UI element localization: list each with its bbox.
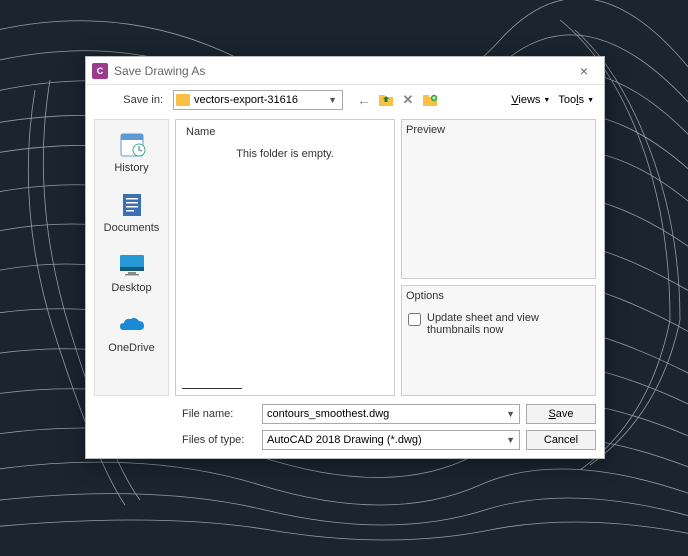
save-button[interactable]: Save bbox=[526, 404, 596, 424]
file-list[interactable]: Name This folder is empty. bbox=[175, 119, 395, 396]
sidebar-item-onedrive[interactable]: OneDrive bbox=[95, 308, 168, 358]
sidebar-item-label: Documents bbox=[104, 222, 160, 234]
file-area: Name This folder is empty. bbox=[175, 119, 395, 396]
filename-label: File name: bbox=[94, 408, 256, 420]
chevron-down-icon: ▼ bbox=[587, 97, 594, 104]
chevron-down-icon: ▼ bbox=[543, 97, 550, 104]
onedrive-icon bbox=[116, 312, 148, 338]
sidebar-item-history[interactable]: History bbox=[95, 128, 168, 178]
dialog-title: Save Drawing As bbox=[114, 64, 570, 78]
filetype-value: AutoCAD 2018 Drawing (*.dwg) bbox=[267, 434, 506, 446]
nav-toolbar: ← ✕ bbox=[355, 91, 439, 109]
save-drawing-as-dialog: C Save Drawing As × Save in: vectors-exp… bbox=[85, 56, 605, 459]
sidebar-item-label: Desktop bbox=[111, 282, 151, 294]
sidebar-item-desktop[interactable]: Desktop bbox=[95, 248, 168, 298]
save-in-row: Save in: vectors-export-31616 ▼ ← ✕ bbox=[86, 85, 604, 115]
update-thumbnails-label: Update sheet and view thumbnails now bbox=[427, 312, 589, 336]
sidebar-item-label: OneDrive bbox=[108, 342, 154, 354]
documents-icon bbox=[116, 192, 148, 218]
filename-row: File name: contours_smoothest.dwg ▼ Save bbox=[94, 404, 596, 424]
save-in-label: Save in: bbox=[94, 94, 169, 106]
options-panel: Options Update sheet and view thumbnails… bbox=[401, 285, 596, 396]
history-icon bbox=[116, 132, 148, 158]
dialog-menus: Views ▼ Tools ▼ bbox=[509, 92, 596, 108]
views-label: Views bbox=[511, 94, 540, 106]
up-folder-button[interactable] bbox=[377, 91, 395, 109]
filetype-label: Files of type: bbox=[94, 434, 256, 446]
options-title: Options bbox=[406, 290, 591, 302]
app-icon: C bbox=[92, 63, 108, 79]
up-folder-icon bbox=[378, 93, 394, 107]
scrollbar-track[interactable] bbox=[182, 388, 242, 389]
filename-value: contours_smoothest.dwg bbox=[267, 408, 506, 420]
back-arrow-icon: ← bbox=[357, 92, 371, 108]
places-sidebar: History Documents Desktop OneDrive bbox=[94, 119, 169, 396]
desktop-icon bbox=[116, 252, 148, 278]
column-header-name[interactable]: Name bbox=[180, 124, 390, 140]
delete-button[interactable]: ✕ bbox=[399, 91, 417, 109]
new-folder-icon bbox=[422, 93, 438, 107]
save-in-value: vectors-export-31616 bbox=[194, 94, 325, 106]
new-folder-button[interactable] bbox=[421, 91, 439, 109]
preview-title: Preview bbox=[406, 124, 591, 136]
filename-combo[interactable]: contours_smoothest.dwg ▼ bbox=[262, 404, 520, 424]
update-thumbnails-row[interactable]: Update sheet and view thumbnails now bbox=[406, 308, 591, 340]
bottom-rows: File name: contours_smoothest.dwg ▼ Save… bbox=[86, 400, 604, 458]
close-button[interactable]: × bbox=[570, 61, 598, 81]
save-in-combo[interactable]: vectors-export-31616 ▼ bbox=[173, 90, 343, 110]
dialog-body: History Documents Desktop OneDrive bbox=[86, 115, 604, 400]
chevron-down-icon: ▼ bbox=[506, 435, 515, 445]
folder-icon bbox=[176, 94, 190, 106]
titlebar: C Save Drawing As × bbox=[86, 57, 604, 85]
preview-panel: Preview bbox=[401, 119, 596, 279]
views-menu[interactable]: Views ▼ bbox=[509, 92, 552, 108]
tools-menu[interactable]: Tools ▼ bbox=[556, 92, 596, 108]
sidebar-item-label: History bbox=[114, 162, 148, 174]
tools-label: Tools bbox=[558, 94, 584, 106]
filetype-combo[interactable]: AutoCAD 2018 Drawing (*.dwg) ▼ bbox=[262, 430, 520, 450]
sidebar-item-documents[interactable]: Documents bbox=[95, 188, 168, 238]
update-thumbnails-checkbox[interactable] bbox=[408, 313, 421, 326]
back-button[interactable]: ← bbox=[355, 91, 373, 109]
cancel-button[interactable]: Cancel bbox=[526, 430, 596, 450]
filetype-row: Files of type: AutoCAD 2018 Drawing (*.d… bbox=[94, 430, 596, 450]
x-icon: ✕ bbox=[403, 92, 414, 108]
empty-folder-message: This folder is empty. bbox=[180, 148, 390, 160]
right-panels: Preview Options Update sheet and view th… bbox=[401, 119, 596, 396]
chevron-down-icon: ▼ bbox=[325, 95, 340, 105]
chevron-down-icon: ▼ bbox=[506, 409, 515, 419]
